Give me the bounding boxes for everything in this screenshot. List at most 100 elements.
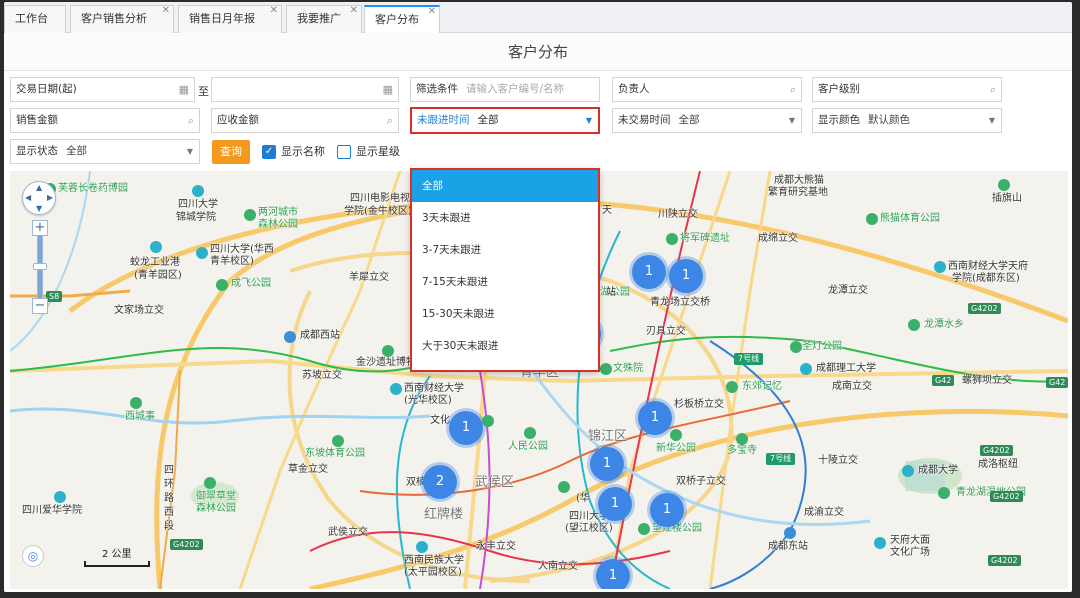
show-star-checkbox[interactable]: 显示星级 — [337, 144, 400, 160]
map-label: 两河城市 — [258, 207, 298, 218]
field-label: 显示颜色 — [818, 114, 860, 126]
map-label: 青龙场立交桥 — [650, 297, 710, 308]
display-color-select[interactable]: 显示颜色 默认颜色 ▼ — [812, 108, 1002, 133]
locate-icon[interactable]: ◎ — [22, 545, 44, 567]
query-button[interactable]: 查询 — [212, 140, 250, 164]
map-label: 东坡体育公园 — [305, 448, 365, 459]
highway-shield: S8 — [46, 291, 63, 302]
zoom-out-button[interactable]: − — [32, 298, 48, 314]
level-field[interactable]: 客户级别 ⌕ — [812, 77, 1002, 102]
sales-amount-field[interactable]: 销售金额 ⌕ — [10, 108, 200, 133]
park-icon — [216, 279, 228, 291]
school-icon — [800, 363, 812, 375]
arrow-up-icon[interactable]: ▲ — [36, 183, 42, 192]
field-value: 默认颜色 — [868, 114, 910, 126]
page-title: 客户分布 — [4, 33, 1072, 71]
customer-cluster[interactable]: 1 — [598, 487, 632, 521]
customer-cluster[interactable]: 2 — [423, 465, 457, 499]
map-label: 四川爱华学院 — [22, 505, 82, 516]
arrow-left-icon[interactable]: ◀ — [25, 193, 31, 202]
no-followup-select[interactable]: 未跟进时间 全部 ▼ — [410, 107, 600, 134]
highway-shield: G42 — [1046, 377, 1068, 388]
calendar-icon[interactable]: ▦ — [179, 78, 189, 101]
school-icon — [54, 491, 66, 503]
map-label: 苏坡立交 — [302, 370, 342, 381]
field-label: 未跟进时间 — [417, 114, 470, 126]
customer-cluster[interactable]: 1 — [449, 411, 483, 445]
field-value: 全部 — [678, 114, 700, 126]
date-start-field[interactable]: 交易日期(起) ▦ — [10, 77, 195, 102]
dropdown-option[interactable]: 全部 — [412, 170, 598, 202]
owner-field[interactable]: 负责人 ⌕ — [612, 77, 802, 102]
dropdown-option[interactable]: 7-15天未跟进 — [412, 266, 598, 298]
map-label: 天府大面 — [890, 535, 930, 546]
map-label: 段 — [164, 521, 174, 532]
map-label: 成渝立交 — [804, 507, 844, 518]
dropdown-option[interactable]: 3-7天未跟进 — [412, 234, 598, 266]
tab-workbench[interactable]: 工作台 — [4, 5, 66, 33]
zoom-in-button[interactable]: + — [32, 220, 48, 236]
park-icon — [244, 209, 256, 221]
train-station-icon — [784, 527, 796, 539]
checkbox-checked-icon: ✓ — [262, 145, 276, 159]
customer-cluster[interactable]: 1 — [590, 447, 624, 481]
map-label: 武侯立交 — [328, 527, 368, 538]
dropdown-option[interactable]: 15-30天未跟进 — [412, 298, 598, 330]
customer-cluster[interactable]: 1 — [669, 259, 703, 293]
close-icon[interactable]: ✕ — [428, 2, 436, 25]
map-label: 森林公园 — [258, 219, 298, 230]
close-icon[interactable]: ✕ — [350, 2, 358, 24]
dropdown-option[interactable]: 大于30天未跟进 — [412, 330, 598, 362]
tab-label: 客户分布 — [375, 13, 419, 26]
search-icon[interactable]: ⌕ — [790, 78, 796, 101]
school-icon — [390, 383, 402, 395]
map-label: 文化广场 — [890, 547, 930, 558]
show-name-checkbox[interactable]: ✓ 显示名称 — [262, 144, 325, 160]
calendar-icon[interactable]: ▦ — [383, 78, 393, 101]
arrow-down-icon[interactable]: ▼ — [36, 204, 42, 213]
search-icon[interactable]: ⌕ — [387, 109, 393, 132]
tab-promotion[interactable]: 我要推广 ✕ — [286, 5, 362, 33]
no-trade-select[interactable]: 未交易时间 全部 ▼ — [612, 108, 802, 133]
dropdown-option[interactable]: 3天未跟进 — [412, 202, 598, 234]
field-label: 应收金额 — [217, 114, 259, 126]
date-end-field[interactable]: ▦ — [211, 77, 399, 102]
tab-customer-sales-analysis[interactable]: 客户销售分析 ✕ — [70, 5, 174, 33]
pan-control[interactable]: ▲ ▼ ◀ ▶ — [22, 181, 56, 215]
map-label: 刃具立交 — [646, 326, 686, 337]
field-value: 全部 — [477, 114, 499, 126]
map-label: 龙潭立交 — [828, 285, 868, 296]
customer-cluster[interactable]: 1 — [638, 401, 672, 435]
close-icon[interactable]: ✕ — [162, 2, 170, 24]
search-icon[interactable]: ⌕ — [188, 109, 194, 132]
map-label: 成都理工大学 — [816, 363, 876, 374]
tab-sales-report[interactable]: 销售日月年报 ✕ — [178, 5, 282, 33]
school-icon — [902, 465, 914, 477]
scale-label: 2 公里 — [102, 549, 132, 560]
map-label: 御翠草堂 — [196, 491, 236, 502]
to-label: 至 — [198, 85, 209, 98]
receivable-field[interactable]: 应收金额 ⌕ — [211, 108, 399, 133]
filter-panel: 交易日期(起) ▦ 至 ▦ 筛选条件 请输入客户编号/名称 负责人 ⌕ 客户级别 … — [4, 71, 1072, 171]
customer-cluster[interactable]: 1 — [650, 493, 684, 527]
park-icon — [130, 397, 142, 409]
arrow-right-icon[interactable]: ▶ — [47, 193, 53, 202]
condition-field[interactable]: 筛选条件 请输入客户编号/名称 — [410, 77, 600, 102]
metro-line-tag: 7号线 — [766, 453, 796, 465]
map-label: 成飞公园 — [231, 278, 271, 289]
map-label: 文化 — [430, 415, 450, 426]
customer-cluster[interactable]: 1 — [632, 255, 666, 289]
close-icon[interactable]: ✕ — [270, 2, 278, 24]
display-state-select[interactable]: 显示状态 全部 ▼ — [10, 139, 200, 164]
zoom-slider[interactable] — [33, 236, 47, 298]
customer-cluster[interactable]: 1 — [596, 559, 630, 589]
map-label: 东郊记忆 — [742, 381, 782, 392]
map-label: 四川大学(华西 — [210, 244, 274, 255]
tab-label: 工作台 — [15, 12, 48, 25]
search-icon[interactable]: ⌕ — [990, 78, 996, 101]
zoom-slider-thumb[interactable] — [33, 263, 47, 270]
tab-customer-distribution[interactable]: 客户分布 ✕ — [364, 5, 440, 34]
field-label: 筛选条件 — [416, 83, 458, 95]
map-label: 多宝寺 — [727, 445, 757, 456]
park-icon — [908, 319, 920, 331]
